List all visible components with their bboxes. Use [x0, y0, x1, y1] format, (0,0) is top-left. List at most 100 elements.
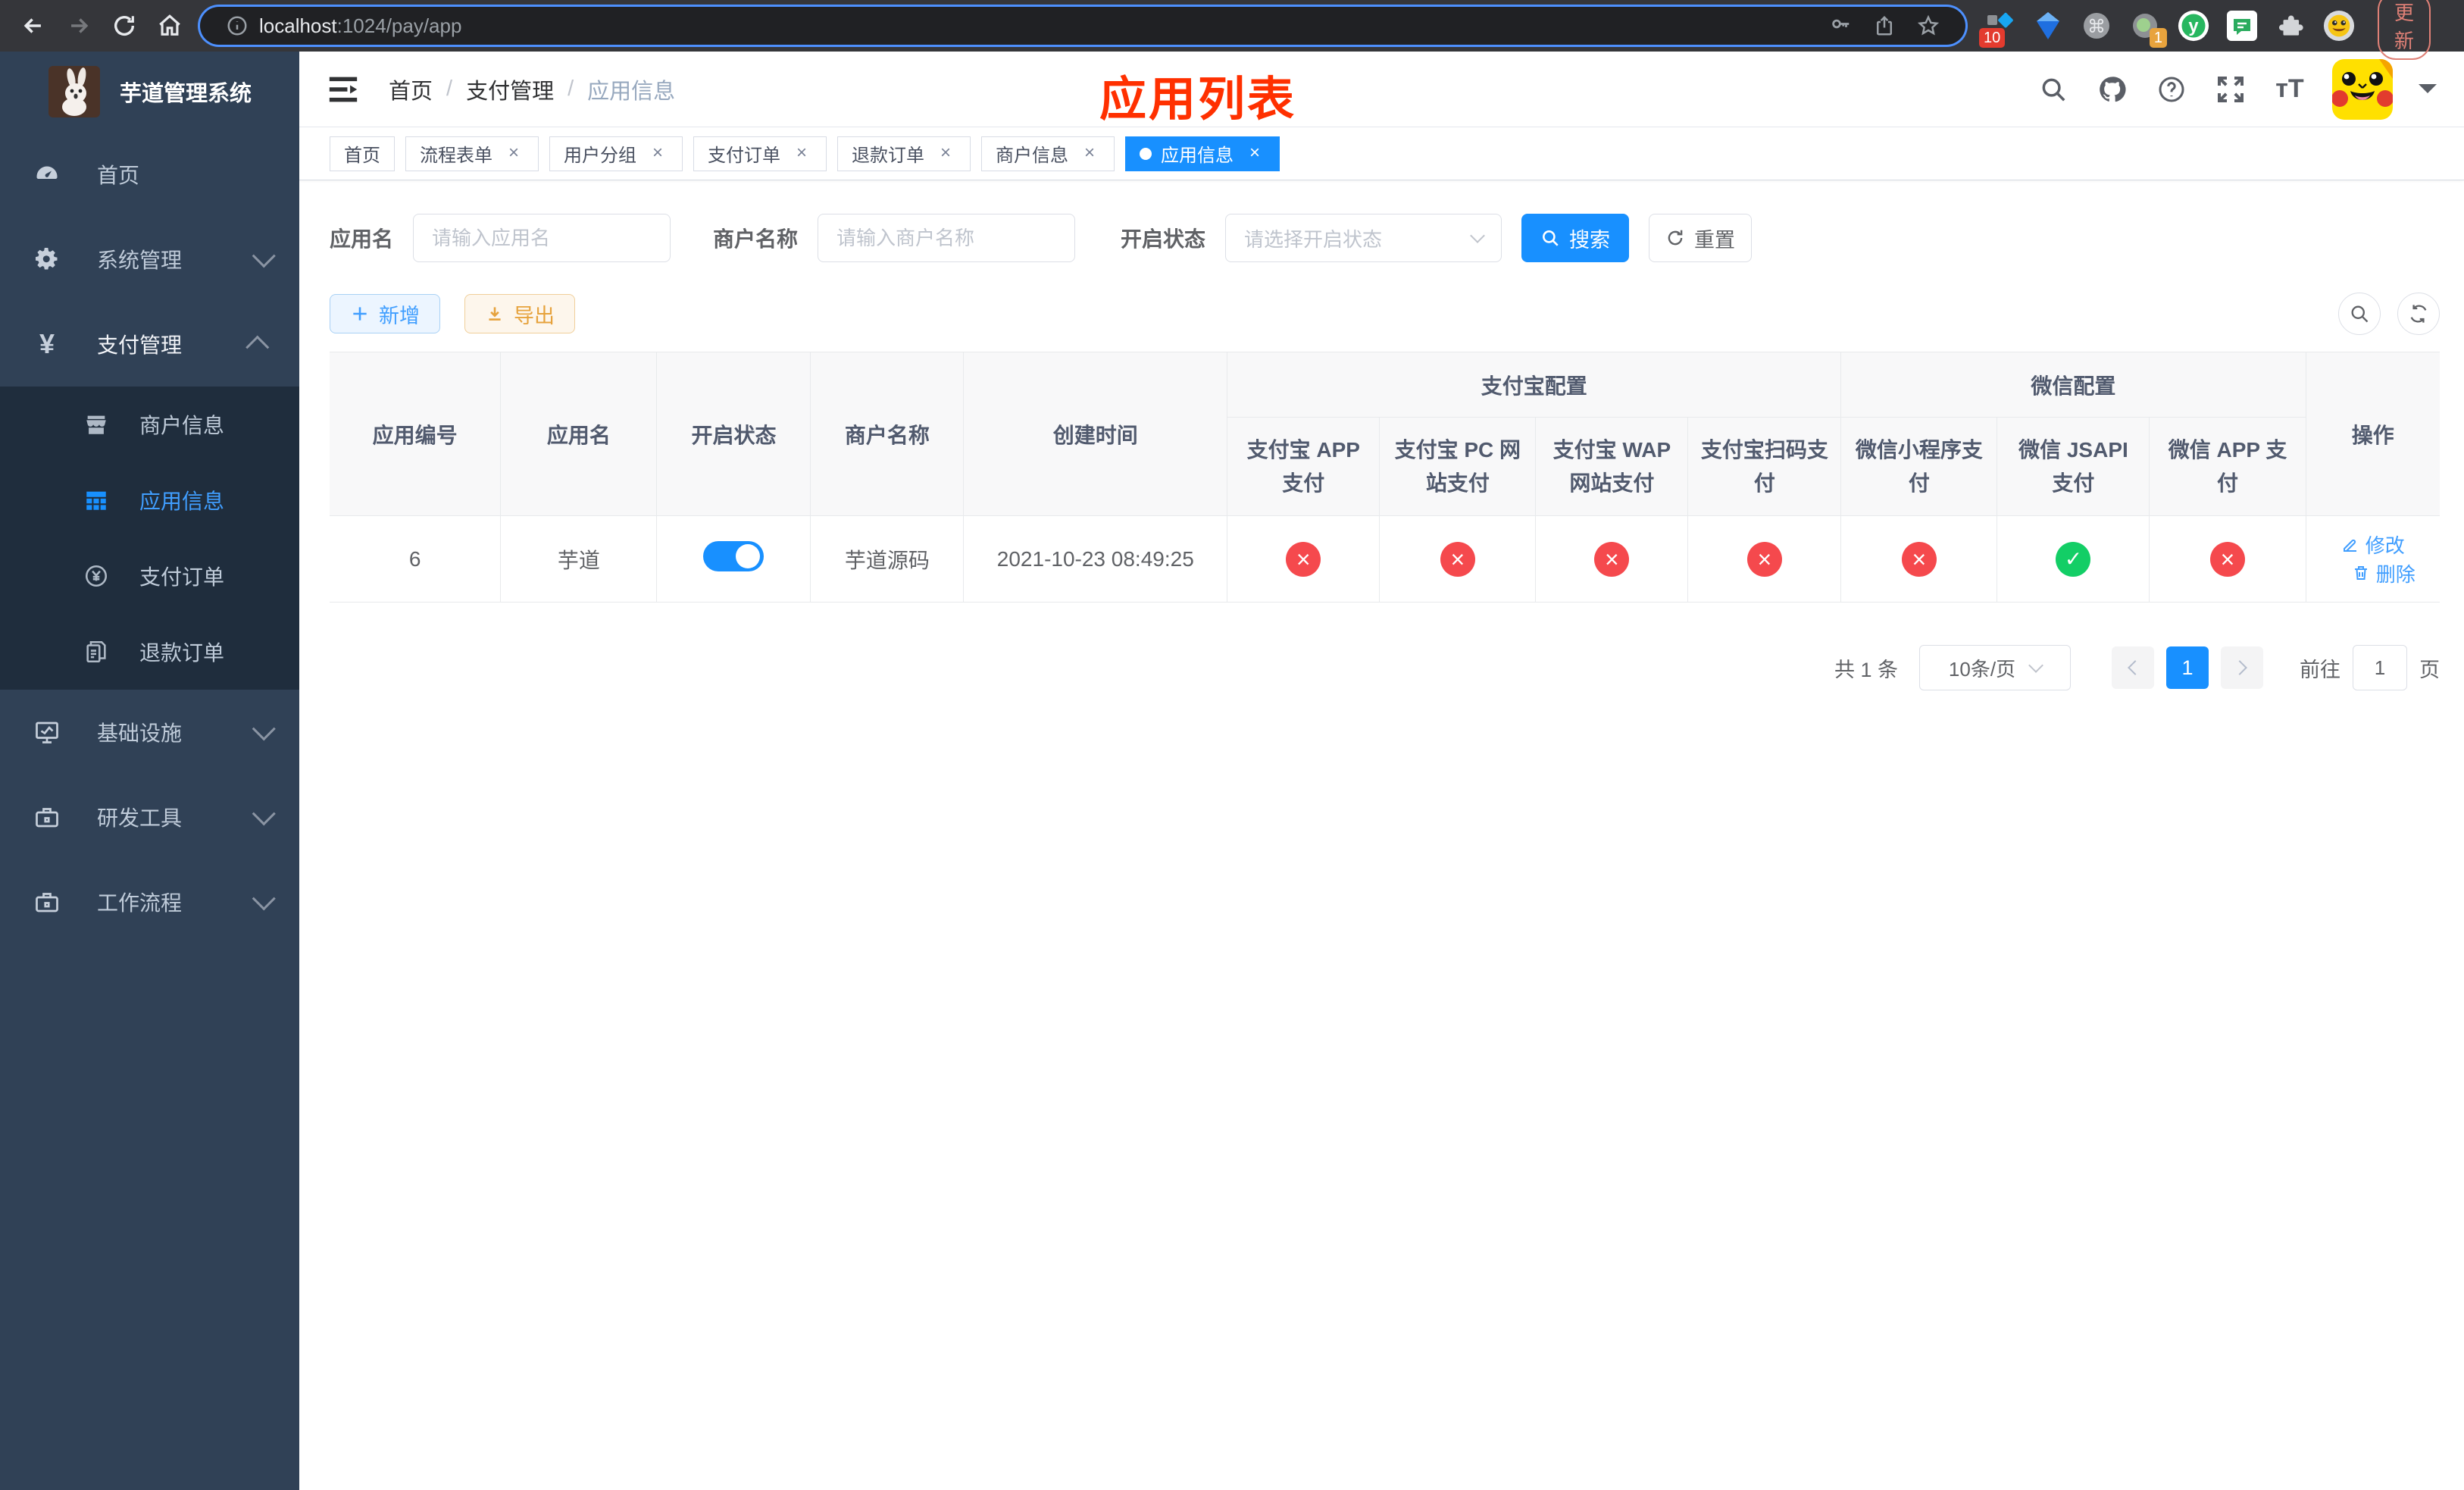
browser-menu-icon[interactable]: ⋮	[2458, 14, 2464, 37]
toolbar-right	[2338, 293, 2440, 335]
page-size-select[interactable]: 10条/页	[1919, 645, 2071, 690]
tag-label: 商户信息	[996, 146, 1068, 166]
home-icon[interactable]	[150, 6, 189, 45]
font-size-icon[interactable]: тT	[2273, 73, 2306, 106]
tag-pay-order[interactable]: 支付订单 ×	[693, 136, 827, 171]
info-icon[interactable]	[226, 14, 249, 37]
prev-page-button[interactable]	[2112, 646, 2154, 689]
ext-badge: 1	[2149, 28, 2167, 48]
status-select-placeholder: 请选择开启状态	[1244, 227, 1383, 251]
sidebar-item-refund-order[interactable]: 退款订单	[0, 614, 299, 690]
export-button-label: 导出	[514, 304, 555, 327]
close-icon[interactable]: ×	[935, 142, 956, 164]
col-header-app-id: 应用编号	[330, 352, 502, 516]
col-header-alipay-qr: 支付宝扫码支付	[1687, 417, 1842, 516]
hamburger-icon[interactable]	[327, 74, 360, 105]
breadcrumb-home[interactable]: 首页	[389, 74, 433, 105]
tag-merchant-info[interactable]: 商户信息 ×	[981, 136, 1115, 171]
pay-order-icon	[83, 563, 109, 589]
table-row: 6 芋道 芋道源码 2021-10-23 08:49:25 × × × × × …	[330, 515, 2440, 603]
main-area: 应用列表 首页 / 支付管理 / 应用信息 тT 首页 流程表单 × 用户分组 …	[299, 52, 2464, 1490]
refresh-table-button[interactable]	[2397, 293, 2440, 335]
gear-icon	[33, 246, 61, 273]
close-icon[interactable]: ×	[647, 142, 668, 164]
cell-alipay-wap	[1535, 515, 1689, 603]
close-icon[interactable]: ×	[503, 142, 524, 164]
reload-icon[interactable]	[105, 6, 144, 45]
close-icon[interactable]: ×	[1079, 142, 1100, 164]
key-icon[interactable]	[1829, 14, 1852, 37]
sidebar-item-label: 退款订单	[139, 641, 225, 665]
address-bar[interactable]: localhost:1024/pay/app	[200, 7, 1965, 45]
add-button[interactable]: 新增	[330, 294, 440, 333]
tag-user-group[interactable]: 用户分组 ×	[549, 136, 683, 171]
sidebar-logo[interactable]: 芋道管理系统	[0, 52, 299, 132]
filter-form: 应用名 商户名称 开启状态 请选择开启状态 搜索 重置	[330, 214, 2440, 262]
app-name-input[interactable]	[413, 214, 671, 262]
status-select[interactable]: 请选择开启状态	[1225, 214, 1502, 262]
breadcrumb-payment[interactable]: 支付管理	[466, 74, 554, 105]
sidebar-item-app-info[interactable]: 应用信息	[0, 462, 299, 538]
edit-link[interactable]: 修改	[2341, 531, 2405, 559]
page-unit-label: 页	[2419, 658, 2440, 681]
ext-icon-command[interactable]: ⌘	[2081, 10, 2112, 42]
close-icon[interactable]: ×	[1244, 142, 1265, 164]
refund-doc-icon	[83, 639, 109, 665]
reset-button[interactable]: 重置	[1649, 214, 1753, 262]
next-page-button[interactable]	[2221, 646, 2263, 689]
goto-page-input[interactable]	[2353, 645, 2407, 690]
help-icon[interactable]	[2155, 73, 2188, 106]
extensions-puzzle-icon[interactable]	[2275, 10, 2306, 42]
bookmark-star-icon[interactable]	[1917, 14, 1940, 37]
ext-icon-tasks[interactable]: 10	[1979, 10, 2015, 48]
col-header-wechat-jsapi: 微信 JSAPI 支付	[1997, 417, 2150, 516]
sidebar-item-payment[interactable]: ¥ 支付管理	[0, 302, 299, 387]
search-button-label: 搜索	[1569, 228, 1611, 252]
status-label: 开启状态	[1121, 227, 1206, 251]
forward-icon[interactable]	[59, 6, 98, 45]
tag-label: 支付订单	[708, 146, 780, 166]
sidebar-item-home[interactable]: 首页	[0, 132, 299, 217]
status-toggle[interactable]	[703, 541, 765, 571]
url-host: localhost	[259, 14, 337, 37]
sidebar-item-workflow[interactable]: 工作流程	[0, 859, 299, 944]
delete-link[interactable]: 删除	[2352, 559, 2416, 587]
col-header-merchant: 商户名称	[810, 352, 965, 516]
tag-label: 流程表单	[420, 146, 492, 166]
fullscreen-icon[interactable]	[2214, 73, 2247, 106]
avatar-caret-down-icon[interactable]	[2419, 83, 2437, 102]
show-search-toggle-button[interactable]	[2338, 293, 2381, 335]
github-icon[interactable]	[2096, 73, 2129, 106]
sidebar-item-pay-order[interactable]: 支付订单	[0, 538, 299, 614]
close-icon[interactable]: ×	[791, 142, 812, 164]
ext-icon-chat[interactable]	[2226, 10, 2258, 42]
search-button[interactable]: 搜索	[1521, 214, 1630, 262]
tag-home[interactable]: 首页	[330, 136, 395, 171]
sidebar-item-dev-tools[interactable]: 研发工具	[0, 775, 299, 859]
ext-icon-yudao[interactable]: y	[2178, 10, 2209, 42]
chevron-down-icon	[252, 802, 276, 826]
back-icon[interactable]	[14, 6, 53, 45]
status-cross-icon	[1901, 541, 1937, 577]
status-cross-icon	[1440, 541, 1475, 577]
browser-profile-avatar[interactable]	[2323, 10, 2355, 42]
browser-update-button[interactable]: 更新	[2378, 0, 2431, 60]
tag-process-form[interactable]: 流程表单 ×	[405, 136, 539, 171]
search-icon	[2351, 305, 2369, 323]
export-button[interactable]: 导出	[464, 294, 575, 333]
search-icon[interactable]	[2037, 73, 2070, 106]
tag-refund-order[interactable]: 退款订单 ×	[837, 136, 971, 171]
share-icon[interactable]	[1873, 14, 1896, 37]
sidebar-item-system[interactable]: 系统管理	[0, 217, 299, 302]
ext-icon-recorder[interactable]: 1	[2129, 10, 2167, 48]
sidebar-item-infrastructure[interactable]: 基础设施	[0, 690, 299, 775]
tag-app-info[interactable]: 应用信息 ×	[1125, 136, 1280, 171]
cell-merchant: 芋道源码	[810, 515, 965, 603]
sidebar-item-merchant-info[interactable]: 商户信息	[0, 387, 299, 462]
top-navbar: 首页 / 支付管理 / 应用信息 тT	[299, 52, 2464, 127]
status-cross-icon	[1746, 541, 1782, 577]
user-avatar[interactable]	[2332, 58, 2393, 120]
page-number-button[interactable]: 1	[2166, 646, 2209, 689]
merchant-name-input[interactable]	[818, 214, 1076, 262]
ext-icon-gem[interactable]	[2032, 10, 2064, 42]
